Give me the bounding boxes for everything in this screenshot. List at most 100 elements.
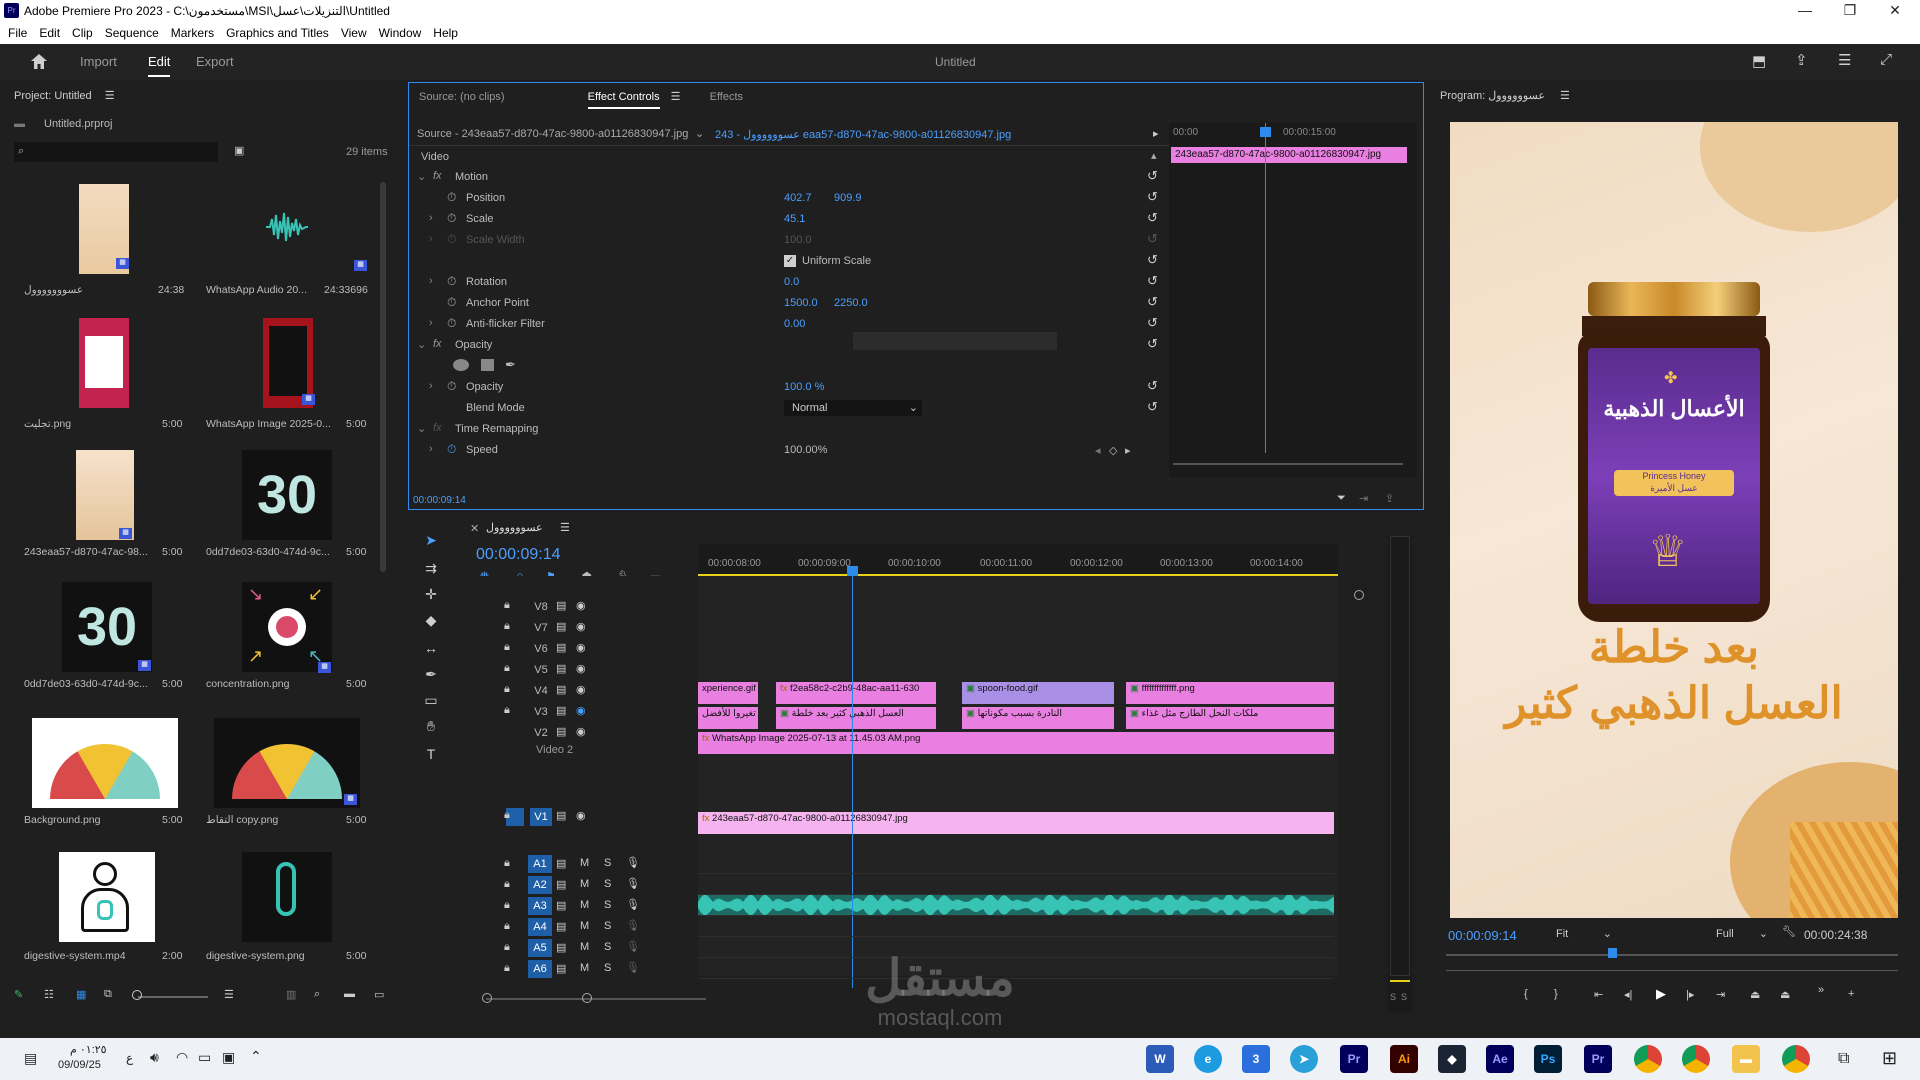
thumb-digestive-png[interactable] <box>242 852 332 942</box>
tab-edit[interactable]: Edit <box>148 54 171 77</box>
stopwatch-icon[interactable]: ⏱ <box>447 316 456 331</box>
battery-icon[interactable]: ▭ <box>198 1049 211 1066</box>
next-keyframe-icon[interactable]: ▸ <box>1125 444 1131 457</box>
reset-icon[interactable]: ↺ <box>1147 315 1158 331</box>
project-title[interactable]: Project: Untitled <box>14 90 92 102</box>
track-label[interactable]: V4 <box>530 682 552 700</box>
thumb-thirty-2[interactable]: 30 <box>62 582 152 672</box>
home-icon[interactable] <box>30 53 48 70</box>
edge-icon[interactable]: e <box>1194 1045 1222 1073</box>
project-search-input[interactable]: ⌕ <box>14 142 218 162</box>
close-icon[interactable]: ✕ <box>1880 2 1910 19</box>
thumb-background[interactable] <box>32 718 178 808</box>
menu-clip[interactable]: Clip <box>72 22 93 44</box>
solo-right-label[interactable]: S <box>1401 992 1407 1002</box>
menu-graphics[interactable]: Graphics and Titles <box>226 22 329 44</box>
solo-button[interactable]: S <box>604 899 611 911</box>
clip-selector[interactable]: 243 - عسوووووول eaa57-d870-47ac-9800-a01… <box>715 128 1011 141</box>
clip-v4-text4[interactable]: ▣ ملكات النحل الطازج مثل غذاء <box>1126 707 1334 729</box>
quick-export-icon[interactable]: ⬒ <box>1752 52 1766 70</box>
play-icon[interactable]: ▶ <box>1656 986 1666 1002</box>
after-effects-icon[interactable]: Ae <box>1486 1045 1514 1073</box>
twirl-icon[interactable]: › <box>429 443 433 455</box>
solo-button[interactable]: S <box>604 962 611 974</box>
reset-icon[interactable]: ↺ <box>1147 210 1158 226</box>
twirl-icon[interactable]: › <box>429 212 433 224</box>
track-label[interactable]: V1 <box>530 808 552 826</box>
clip-v5-gif[interactable]: xperience.gif <box>698 682 758 704</box>
illustrator-icon[interactable]: Ai <box>1390 1045 1418 1073</box>
zoom-slider[interactable] <box>138 996 208 998</box>
mute-button[interactable]: M <box>580 857 589 869</box>
step-forward-icon[interactable]: |▸ <box>1686 988 1694 1001</box>
time-ruler[interactable]: 00:00:08:00 00:00:09:00 00:00:10:00 00:0… <box>698 544 1338 574</box>
tray-chevron-icon[interactable]: ⌃ <box>250 1048 262 1065</box>
lock-icon[interactable]: 🔒︎ <box>504 878 510 891</box>
microphone-icon[interactable]: 🎙︎ <box>626 898 640 911</box>
program-zoom-bar[interactable] <box>1446 970 1898 971</box>
menu-window[interactable]: Window <box>379 22 422 44</box>
program-title[interactable]: Program: عسوووووول <box>1440 90 1545 102</box>
track-label[interactable]: A2 <box>528 876 552 894</box>
menu-view[interactable]: View <box>341 22 367 44</box>
mute-button[interactable]: M <box>580 878 589 890</box>
speed-value[interactable]: 100.00% <box>784 444 827 456</box>
selection-tool-icon[interactable]: ➤ <box>420 532 442 554</box>
eye-icon[interactable]: ◉ <box>576 620 586 633</box>
task-view-icon[interactable]: ⧉ <box>1838 1050 1849 1068</box>
lock-icon[interactable]: 🔒︎ <box>504 920 510 933</box>
reset-icon[interactable]: ↺ <box>1147 273 1158 289</box>
menu-help[interactable]: Help <box>433 22 458 44</box>
rotation-value[interactable]: 0.0 <box>784 276 799 288</box>
sync-lock-icon[interactable]: ▤ <box>556 941 566 954</box>
pen-mask-icon[interactable]: ✒ <box>505 357 516 373</box>
new-search-bin-icon[interactable]: ▣ <box>234 144 244 157</box>
scale-value[interactable]: 45.1 <box>784 213 805 225</box>
zoom-handle-left[interactable] <box>482 993 492 1003</box>
twirl-icon[interactable]: › <box>429 380 433 392</box>
track-label[interactable]: V7 <box>530 619 552 637</box>
microphone-icon[interactable]: 🎙︎ <box>626 961 640 974</box>
blend-mode-select[interactable]: Normal ⌄ <box>784 400 922 416</box>
go-to-out-icon[interactable]: ⇥ <box>1716 988 1725 1001</box>
audio-track-lane[interactable] <box>698 896 1334 916</box>
mini-clip-bar[interactable]: 243eaa57-d870-47ac-9800-a01126830947.jpg <box>1171 147 1407 163</box>
share-icon[interactable]: ⇪ <box>1795 51 1808 69</box>
thumb-capture-copy[interactable] <box>214 718 360 808</box>
chrome-icon-3[interactable] <box>1782 1045 1810 1073</box>
eye-icon[interactable]: ◉ <box>576 662 586 675</box>
mute-button[interactable]: M <box>580 941 589 953</box>
anchor-y-value[interactable]: 2250.0 <box>834 297 868 309</box>
program-frame[interactable]: ✤ الأعسال الذهبية Princess Honey عسل الأ… <box>1450 122 1898 918</box>
reset-icon[interactable]: ↺ <box>1147 294 1158 310</box>
clip-v1-honey[interactable]: fx 243eaa57-d870-47ac-9800-a01126830947.… <box>698 812 1334 834</box>
panel-menu-icon[interactable]: ☰ <box>105 90 115 102</box>
pen-tool-icon[interactable]: ✒ <box>420 666 442 688</box>
premiere-taskbar-icon[interactable]: Pr <box>1340 1045 1368 1073</box>
notifications-icon[interactable]: ▤ <box>24 1050 37 1067</box>
vertical-scroll-handle[interactable] <box>1354 590 1364 600</box>
solo-button[interactable]: S <box>604 878 611 890</box>
project-scrollbar[interactable] <box>380 182 386 572</box>
twirl-icon[interactable]: › <box>429 275 433 287</box>
lift-icon[interactable]: ⏏ <box>1750 988 1760 1001</box>
vpn-icon[interactable]: 3 <box>1242 1045 1270 1073</box>
position-y-value[interactable]: 909.9 <box>834 192 862 204</box>
opacity-value[interactable]: 100.0 % <box>784 381 824 393</box>
ellipse-mask-icon[interactable] <box>453 359 469 371</box>
word-icon[interactable]: W <box>1146 1045 1174 1073</box>
clock-time[interactable]: ٠١:٢٥ م <box>70 1043 107 1056</box>
eye-icon[interactable]: ◉ <box>576 599 586 612</box>
program-scrubber[interactable] <box>1446 954 1898 956</box>
microphone-icon[interactable]: 🎙︎ <box>626 877 640 890</box>
stopwatch-icon[interactable]: ⏱ <box>447 379 456 394</box>
reset-icon[interactable]: ↺ <box>1147 189 1158 205</box>
stopwatch-icon[interactable]: ⏱ <box>447 442 456 457</box>
workspaces-icon[interactable]: ☰ <box>1838 51 1851 69</box>
reset-icon[interactable]: ↺ <box>1147 378 1158 394</box>
device-icon[interactable]: ▣ <box>222 1049 235 1066</box>
anchor-x-value[interactable]: 1500.0 <box>784 297 818 309</box>
photoshop-icon[interactable]: Ps <box>1534 1045 1562 1073</box>
track-label[interactable]: A1 <box>528 855 552 873</box>
collapse-icon[interactable]: ▴ <box>1151 149 1157 162</box>
